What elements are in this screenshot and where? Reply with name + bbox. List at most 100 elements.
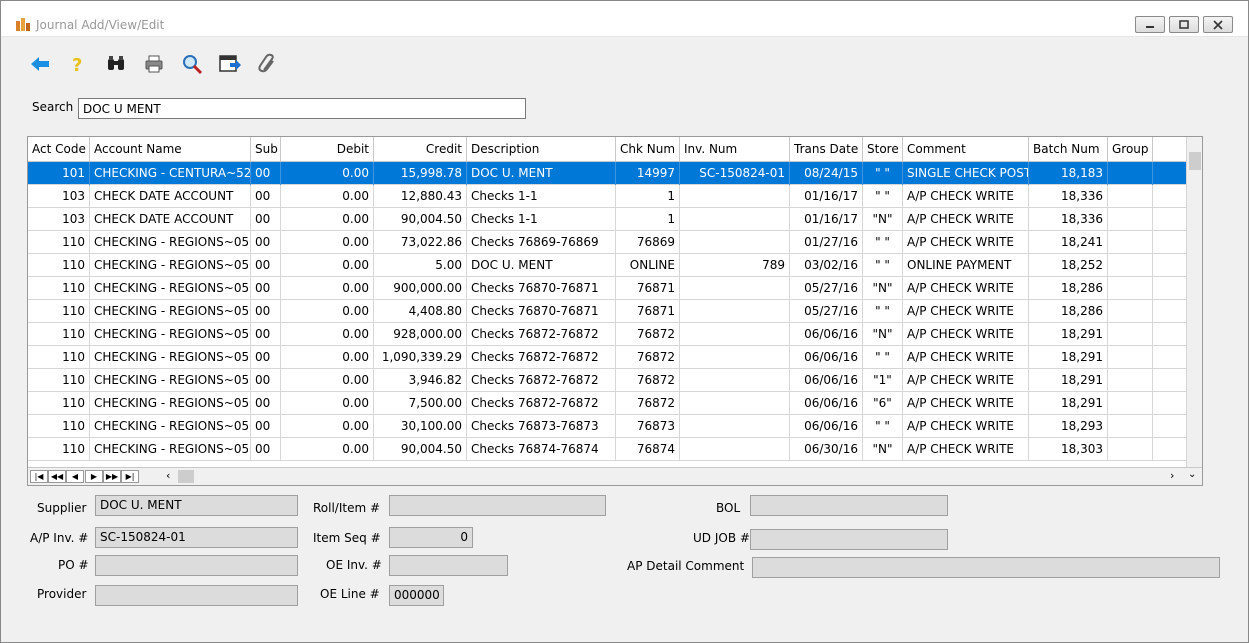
cell-trans-date[interactable]: 06/06/16 — [790, 346, 863, 369]
cell-inv-num[interactable] — [680, 185, 790, 208]
cell-chk-num[interactable]: 76872 — [616, 369, 680, 392]
cell-debit[interactable]: 0.00 — [281, 185, 374, 208]
cell-trans-date[interactable]: 06/06/16 — [790, 415, 863, 438]
cell-description[interactable]: Checks 76872-76872 — [467, 392, 616, 415]
table-row[interactable]: 103 CHECK DATE ACCOUNT 00 0.00 90,004.50 Chec… — [28, 208, 1186, 231]
cell-credit[interactable]: 7,500.00 — [374, 392, 467, 415]
table-row[interactable]: 110CHECKING - REGIONS~05031000.00900,000… — [28, 277, 1186, 300]
cell-batch-num[interactable]: 18,291 — [1029, 346, 1108, 369]
find-button[interactable] — [103, 51, 129, 77]
cell-credit[interactable]: 12,880.43 — [374, 185, 467, 208]
cell-group[interactable] — [1108, 369, 1153, 392]
column-header-chk-num[interactable]: Chk Num — [616, 137, 680, 162]
cell-batch-num[interactable]: 18,291 — [1029, 323, 1108, 346]
cell-store[interactable]: "N" — [863, 438, 903, 461]
cell-credit[interactable]: 73,022.86 — [374, 231, 467, 254]
oe-inv-field[interactable] — [389, 555, 508, 576]
cell-act-code[interactable]: 103 — [28, 208, 90, 231]
table-row[interactable]: 110CHECKING - REGIONS~05031000.0090,004.… — [28, 438, 1186, 461]
cell-group[interactable] — [1108, 323, 1153, 346]
column-header-description[interactable]: Description — [467, 137, 616, 162]
cell-account-name[interactable]: CHECK DATE ACCOUNT — [90, 208, 251, 231]
ap-detail-comment-field[interactable] — [752, 557, 1220, 578]
cell-description[interactable]: Checks 76874-76874 — [467, 438, 616, 461]
cell-trans-date[interactable]: 01/27/16 — [790, 231, 863, 254]
cell-act-code[interactable]: 101 — [28, 162, 90, 185]
cell-act-code[interactable]: 110 — [28, 231, 90, 254]
cell-trans-date[interactable]: 05/27/16 — [790, 300, 863, 323]
cell-description[interactable]: Checks 76870-76871 — [467, 300, 616, 323]
cell-account-name[interactable]: CHECKING - REGIONS~05031 — [90, 254, 251, 277]
help-button[interactable]: ? — [65, 51, 91, 77]
cell-inv-num[interactable] — [680, 438, 790, 461]
cell-debit[interactable]: 0.00 — [281, 392, 374, 415]
scroll-left-icon[interactable]: ‹ — [166, 469, 170, 482]
cell-credit[interactable]: 1,090,339.29 — [374, 346, 467, 369]
cell-sub[interactable]: 00 — [251, 254, 281, 277]
cell-batch-num[interactable]: 18,291 — [1029, 392, 1108, 415]
cell-store[interactable]: "N" — [863, 323, 903, 346]
ap-inv-field[interactable]: SC-150824-01 — [95, 527, 298, 548]
attach-button[interactable] — [255, 51, 281, 77]
cell-sub[interactable]: 00 — [251, 162, 281, 185]
cell-chk-num[interactable]: 76869 — [616, 231, 680, 254]
cell-comment[interactable]: A/P CHECK WRITE — [903, 392, 1029, 415]
supplier-field[interactable]: DOC U. MENT — [95, 495, 298, 516]
cell-description[interactable]: Checks 76872-76872 — [467, 346, 616, 369]
cell-batch-num[interactable]: 18,241 — [1029, 231, 1108, 254]
cell-group[interactable] — [1108, 438, 1153, 461]
bol-field[interactable] — [750, 495, 948, 516]
table-row[interactable]: 110CHECKING - REGIONS~05031000.00928,000… — [28, 323, 1186, 346]
cell-act-code[interactable]: 110 — [28, 415, 90, 438]
cell-description[interactable]: Checks 76872-76872 — [467, 323, 616, 346]
cell-comment[interactable]: A/P CHECK WRITE — [903, 277, 1029, 300]
table-row[interactable]: 110CHECKING - REGIONS~05031000.004,408.8… — [28, 300, 1186, 323]
cell-account-name[interactable]: CHECKING - REGIONS~05031 — [90, 392, 251, 415]
cell-store[interactable]: " " — [863, 185, 903, 208]
minimize-button[interactable] — [1135, 16, 1165, 33]
ud-job-field[interactable] — [750, 529, 948, 550]
cell-account-name[interactable]: CHECKING - REGIONS~05031 — [90, 438, 251, 461]
cell-group[interactable] — [1108, 392, 1153, 415]
cell-group[interactable] — [1108, 254, 1153, 277]
cell-description[interactable]: Checks 1-1 — [467, 185, 616, 208]
cell-description[interactable]: Checks 76870-76871 — [467, 277, 616, 300]
cell-account-name[interactable]: CHECKING - REGIONS~05031 — [90, 369, 251, 392]
cell-batch-num[interactable]: 18,303 — [1029, 438, 1108, 461]
cell-debit[interactable]: 0.00 — [281, 415, 374, 438]
table-row[interactable]: 110CHECKING - REGIONS~05031000.001,090,3… — [28, 346, 1186, 369]
cell-account-name[interactable]: CHECKING - REGIONS~05031 — [90, 323, 251, 346]
table-row[interactable]: 101CHECKING - CENTURA~52700000.0015,998.… — [28, 162, 1186, 185]
cell-store[interactable]: " " — [863, 300, 903, 323]
cell-comment[interactable]: A/P CHECK WRITE — [903, 346, 1029, 369]
cell-trans-date[interactable]: 06/06/16 — [790, 323, 863, 346]
cell-batch-num[interactable]: 18,286 — [1029, 277, 1108, 300]
cell-chk-num[interactable]: 76872 — [616, 346, 680, 369]
cell-credit[interactable]: 4,408.80 — [374, 300, 467, 323]
table-row[interactable]: 110CHECKING - REGIONS~05031000.007,500.0… — [28, 392, 1186, 415]
cell-chk-num[interactable]: 14997 — [616, 162, 680, 185]
column-header-group[interactable]: Group — [1108, 137, 1153, 162]
cell-comment[interactable]: SINGLE CHECK POST — [903, 162, 1029, 185]
column-header-act-code[interactable]: Act Code — [28, 137, 90, 162]
cell-inv-num[interactable] — [680, 346, 790, 369]
cell-credit[interactable]: 30,100.00 — [374, 415, 467, 438]
print-button[interactable] — [141, 51, 167, 77]
cell-act-code[interactable]: 110 — [28, 392, 90, 415]
vertical-scrollbar[interactable] — [1186, 137, 1202, 467]
provider-field[interactable] — [95, 585, 298, 606]
cell-credit[interactable]: 15,998.78 — [374, 162, 467, 185]
column-header-inv-num[interactable]: Inv. Num — [680, 137, 790, 162]
cell-store[interactable]: "6" — [863, 392, 903, 415]
cell-sub[interactable]: 00 — [251, 277, 281, 300]
column-header-trans-date[interactable]: Trans Date — [790, 137, 863, 162]
cell-account-name[interactable]: CHECKING - REGIONS~05031 — [90, 277, 251, 300]
cell-trans-date[interactable]: 06/06/16 — [790, 369, 863, 392]
cell-debit[interactable]: 0.00 — [281, 162, 374, 185]
cell-inv-num[interactable] — [680, 231, 790, 254]
cell-act-code[interactable]: 110 — [28, 277, 90, 300]
table-row[interactable]: 110CHECKING - REGIONS~05031000.0073,022.… — [28, 231, 1186, 254]
close-button[interactable] — [1203, 16, 1233, 33]
cell-batch-num[interactable]: 18,336 — [1029, 185, 1108, 208]
cell-group[interactable] — [1108, 208, 1153, 231]
